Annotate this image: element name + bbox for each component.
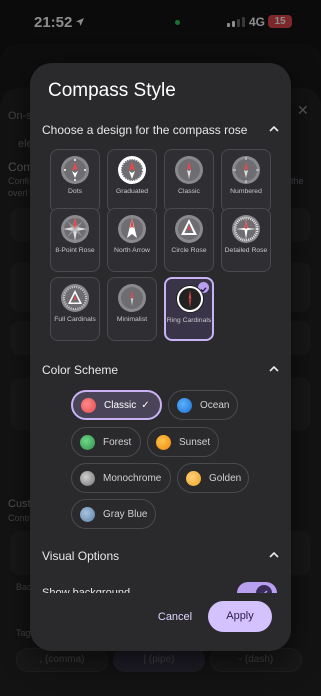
compass-dots-icon <box>61 156 89 184</box>
design-option-8-point-rose[interactable]: 8-Point Rose <box>50 208 100 272</box>
design-label: Numbered <box>230 188 262 195</box>
color-option-monochrome[interactable]: Monochrome <box>71 463 171 493</box>
color-option-ocean[interactable]: Ocean <box>168 390 238 420</box>
color-option-forest[interactable]: Forest <box>71 427 141 457</box>
color-label: Monochrome <box>103 472 162 484</box>
design-label: Dots <box>68 188 82 195</box>
compass-minimalist-icon <box>118 284 146 312</box>
design-option-graduated[interactable]: Graduated <box>107 149 157 213</box>
compass-numbered-icon <box>232 156 260 184</box>
design-option-detailed-rose[interactable]: Detailed Rose <box>221 208 271 272</box>
compass-ring-cardinals-icon <box>176 285 204 313</box>
color-swatch <box>80 506 95 522</box>
design-section-title: Choose a design for the compass rose <box>42 123 248 137</box>
design-section-header[interactable]: Choose a design for the compass rose <box>42 123 279 137</box>
design-label: Ring Cardinals <box>166 317 212 324</box>
checkmark-icon: ✓ <box>141 399 150 411</box>
compass-full-cardinals-icon <box>61 284 89 312</box>
design-option-numbered[interactable]: Numbered <box>221 149 271 213</box>
color-swatch <box>177 397 192 413</box>
design-option-minimalist[interactable]: Minimalist <box>107 277 157 341</box>
color-label: Sunset <box>179 436 211 448</box>
color-option-classic[interactable]: Classic ✓ <box>71 390 162 420</box>
color-option-gray-blue[interactable]: Gray Blue <box>71 499 156 529</box>
chevron-up-icon[interactable] <box>269 124 279 134</box>
design-option-ring-cardinals[interactable]: Ring Cardinals <box>164 277 214 341</box>
color-label: Gray Blue <box>103 508 148 520</box>
design-label: Full Cardinals <box>54 316 96 323</box>
design-option-full-cardinals[interactable]: Full Cardinals <box>50 277 100 341</box>
color-section-header[interactable]: Color Scheme <box>42 363 279 377</box>
compass-north-arrow-icon <box>118 215 146 243</box>
compass-graduated-icon <box>118 156 146 184</box>
color-label: Classic <box>104 399 137 411</box>
compass-circle-rose-icon <box>175 215 203 243</box>
color-option-golden[interactable]: Golden <box>177 463 249 493</box>
design-label: Graduated <box>115 188 149 195</box>
visual-options-title: Visual Options <box>42 549 120 563</box>
color-label: Forest <box>103 436 132 448</box>
compass-8-point-rose-icon <box>61 215 89 243</box>
color-label: Ocean <box>200 399 230 411</box>
color-section-title: Color Scheme <box>42 363 119 377</box>
design-option-north-arrow[interactable]: North Arrow <box>107 208 157 272</box>
color-swatch <box>80 434 95 450</box>
chevron-up-icon[interactable] <box>269 550 279 560</box>
design-label: Classic <box>178 188 200 195</box>
design-option-classic[interactable]: Classic <box>164 149 214 213</box>
design-label: North Arrow <box>114 247 150 254</box>
design-label: 8-Point Rose <box>55 247 95 254</box>
color-swatch <box>156 434 171 450</box>
apply-button[interactable]: Apply <box>208 601 272 632</box>
color-option-sunset[interactable]: Sunset <box>147 427 219 457</box>
visual-options-header[interactable]: Visual Options <box>42 549 279 563</box>
chevron-up-icon[interactable] <box>269 364 279 374</box>
compass-style-dialog: Compass Style Choose a design for the co… <box>30 63 291 651</box>
color-label: Golden <box>209 472 242 484</box>
color-swatch <box>81 397 96 413</box>
color-swatch <box>186 470 201 486</box>
cancel-button[interactable]: Cancel <box>150 603 200 631</box>
design-option-circle-rose[interactable]: Circle Rose <box>164 208 214 272</box>
compass-detailed-rose-icon <box>232 215 260 243</box>
design-option-dots[interactable]: Dots <box>50 149 100 213</box>
design-label: Detailed Rose <box>224 247 268 254</box>
color-swatch <box>80 470 95 486</box>
compass-classic-icon <box>175 156 203 184</box>
design-label: Minimalist <box>116 316 148 323</box>
dialog-title: Compass Style <box>48 80 176 101</box>
design-label: Circle Rose <box>171 247 207 254</box>
